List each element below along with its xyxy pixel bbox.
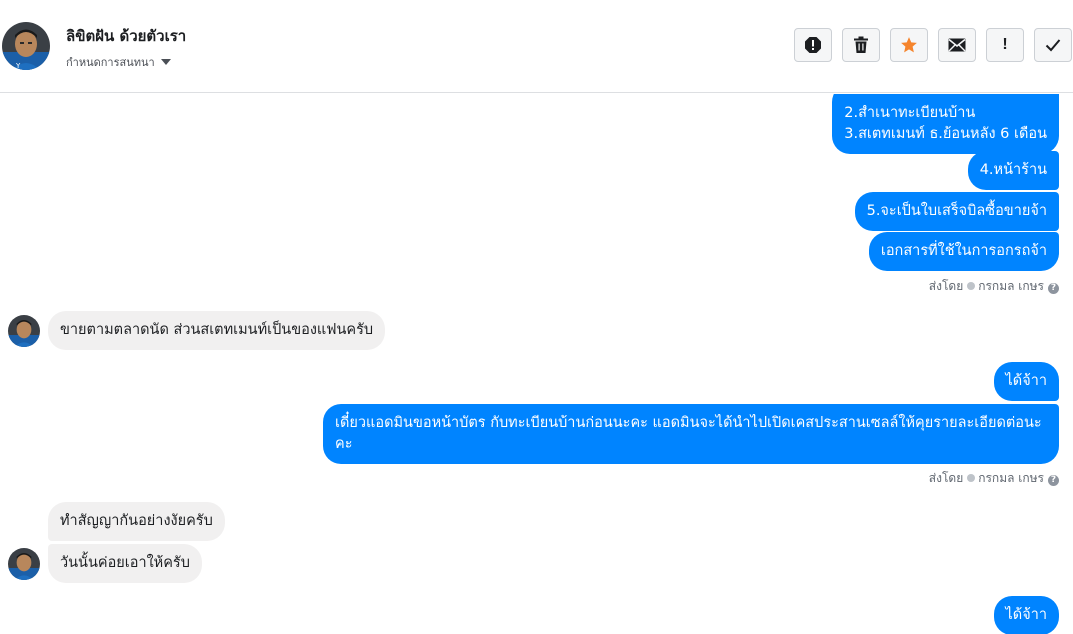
alert-octagon-icon (805, 37, 821, 53)
mark-done-button[interactable] (1034, 28, 1072, 62)
trash-icon (854, 36, 868, 53)
caret-down-icon (160, 59, 171, 65)
sent-by-indicator: ส่งโดย กรกมล เกษร? (929, 277, 1059, 296)
page-icon (967, 282, 976, 290)
envelope-icon (948, 38, 966, 52)
exclamation-icon: ! (1002, 36, 1008, 53)
incoming-message: ขายตามตลาดนัด ส่วนสเตทเมนท์เป็นของแฟนครั… (48, 311, 386, 350)
conversation-settings-dropdown[interactable]: กำหนดการสนทนา (66, 53, 171, 71)
contact-avatar[interactable] (8, 548, 40, 580)
help-icon[interactable]: ? (1048, 283, 1059, 294)
outgoing-message: 4.หน้าร้าน (967, 151, 1059, 190)
contact-avatar[interactable]: Y (2, 22, 50, 70)
message-line: 3.สเตทเมนท์ ธ.ย้อนหลัง 6 เดือน (844, 126, 1047, 142)
sender-name[interactable]: กรกมล เกษร (978, 471, 1044, 485)
outgoing-message: 2.สำเนาทะเบียนบ้าน 3.สเตทเมนท์ ธ.ย้อนหลั… (832, 94, 1059, 154)
checkmark-icon (1045, 39, 1061, 52)
outgoing-message: ได้จ้าา (993, 362, 1059, 401)
outgoing-message: 5.จะเป็นใบเสร็จบิลซื้อขายจ้า (854, 192, 1059, 231)
conversation-header: Y ลิขิตฝัน ด้วยตัวเรา กำหนดการสนทนา ! (0, 0, 1073, 93)
star-icon (901, 37, 917, 53)
sent-by-indicator: ส่งโดย กรกมล เกษร? (929, 469, 1059, 488)
help-icon[interactable]: ? (1048, 475, 1059, 486)
sender-name[interactable]: กรกมล เกษร (978, 279, 1044, 293)
sent-by-prefix: ส่งโดย (928, 471, 964, 485)
outgoing-message: ได้จ้าา (993, 596, 1059, 634)
sent-by-prefix: ส่งโดย (928, 279, 964, 293)
message-line: 2.สำเนาทะเบียนบ้าน (844, 105, 976, 121)
message-thread[interactable]: 2.สำเนาทะเบียนบ้าน 3.สเตทเมนท์ ธ.ย้อนหลั… (0, 94, 1073, 634)
report-spam-button[interactable] (794, 28, 832, 62)
svg-text:Y: Y (15, 62, 21, 70)
mark-important-button[interactable]: ! (986, 28, 1024, 62)
incoming-message: วันนั้นค่อยเอาให้ครับ (48, 544, 202, 583)
delete-button[interactable] (842, 28, 880, 62)
star-button[interactable] (890, 28, 928, 62)
contact-avatar[interactable] (8, 315, 40, 347)
page-icon (967, 474, 976, 482)
outgoing-message: เดี๋ยวแอดมินขอหน้าบัตร กับทะเบียนบ้านก่อ… (323, 404, 1059, 464)
incoming-message: ทำสัญญากันอย่างงัยครับ (48, 502, 225, 541)
contact-name[interactable]: ลิขิตฝัน ด้วยตัวเรา (66, 24, 186, 48)
outgoing-message: เอกสารที่ใช้ในการอกรถจ้า (868, 232, 1059, 271)
mark-unread-button[interactable] (938, 28, 976, 62)
conversation-settings-label: กำหนดการสนทนา (66, 56, 155, 69)
